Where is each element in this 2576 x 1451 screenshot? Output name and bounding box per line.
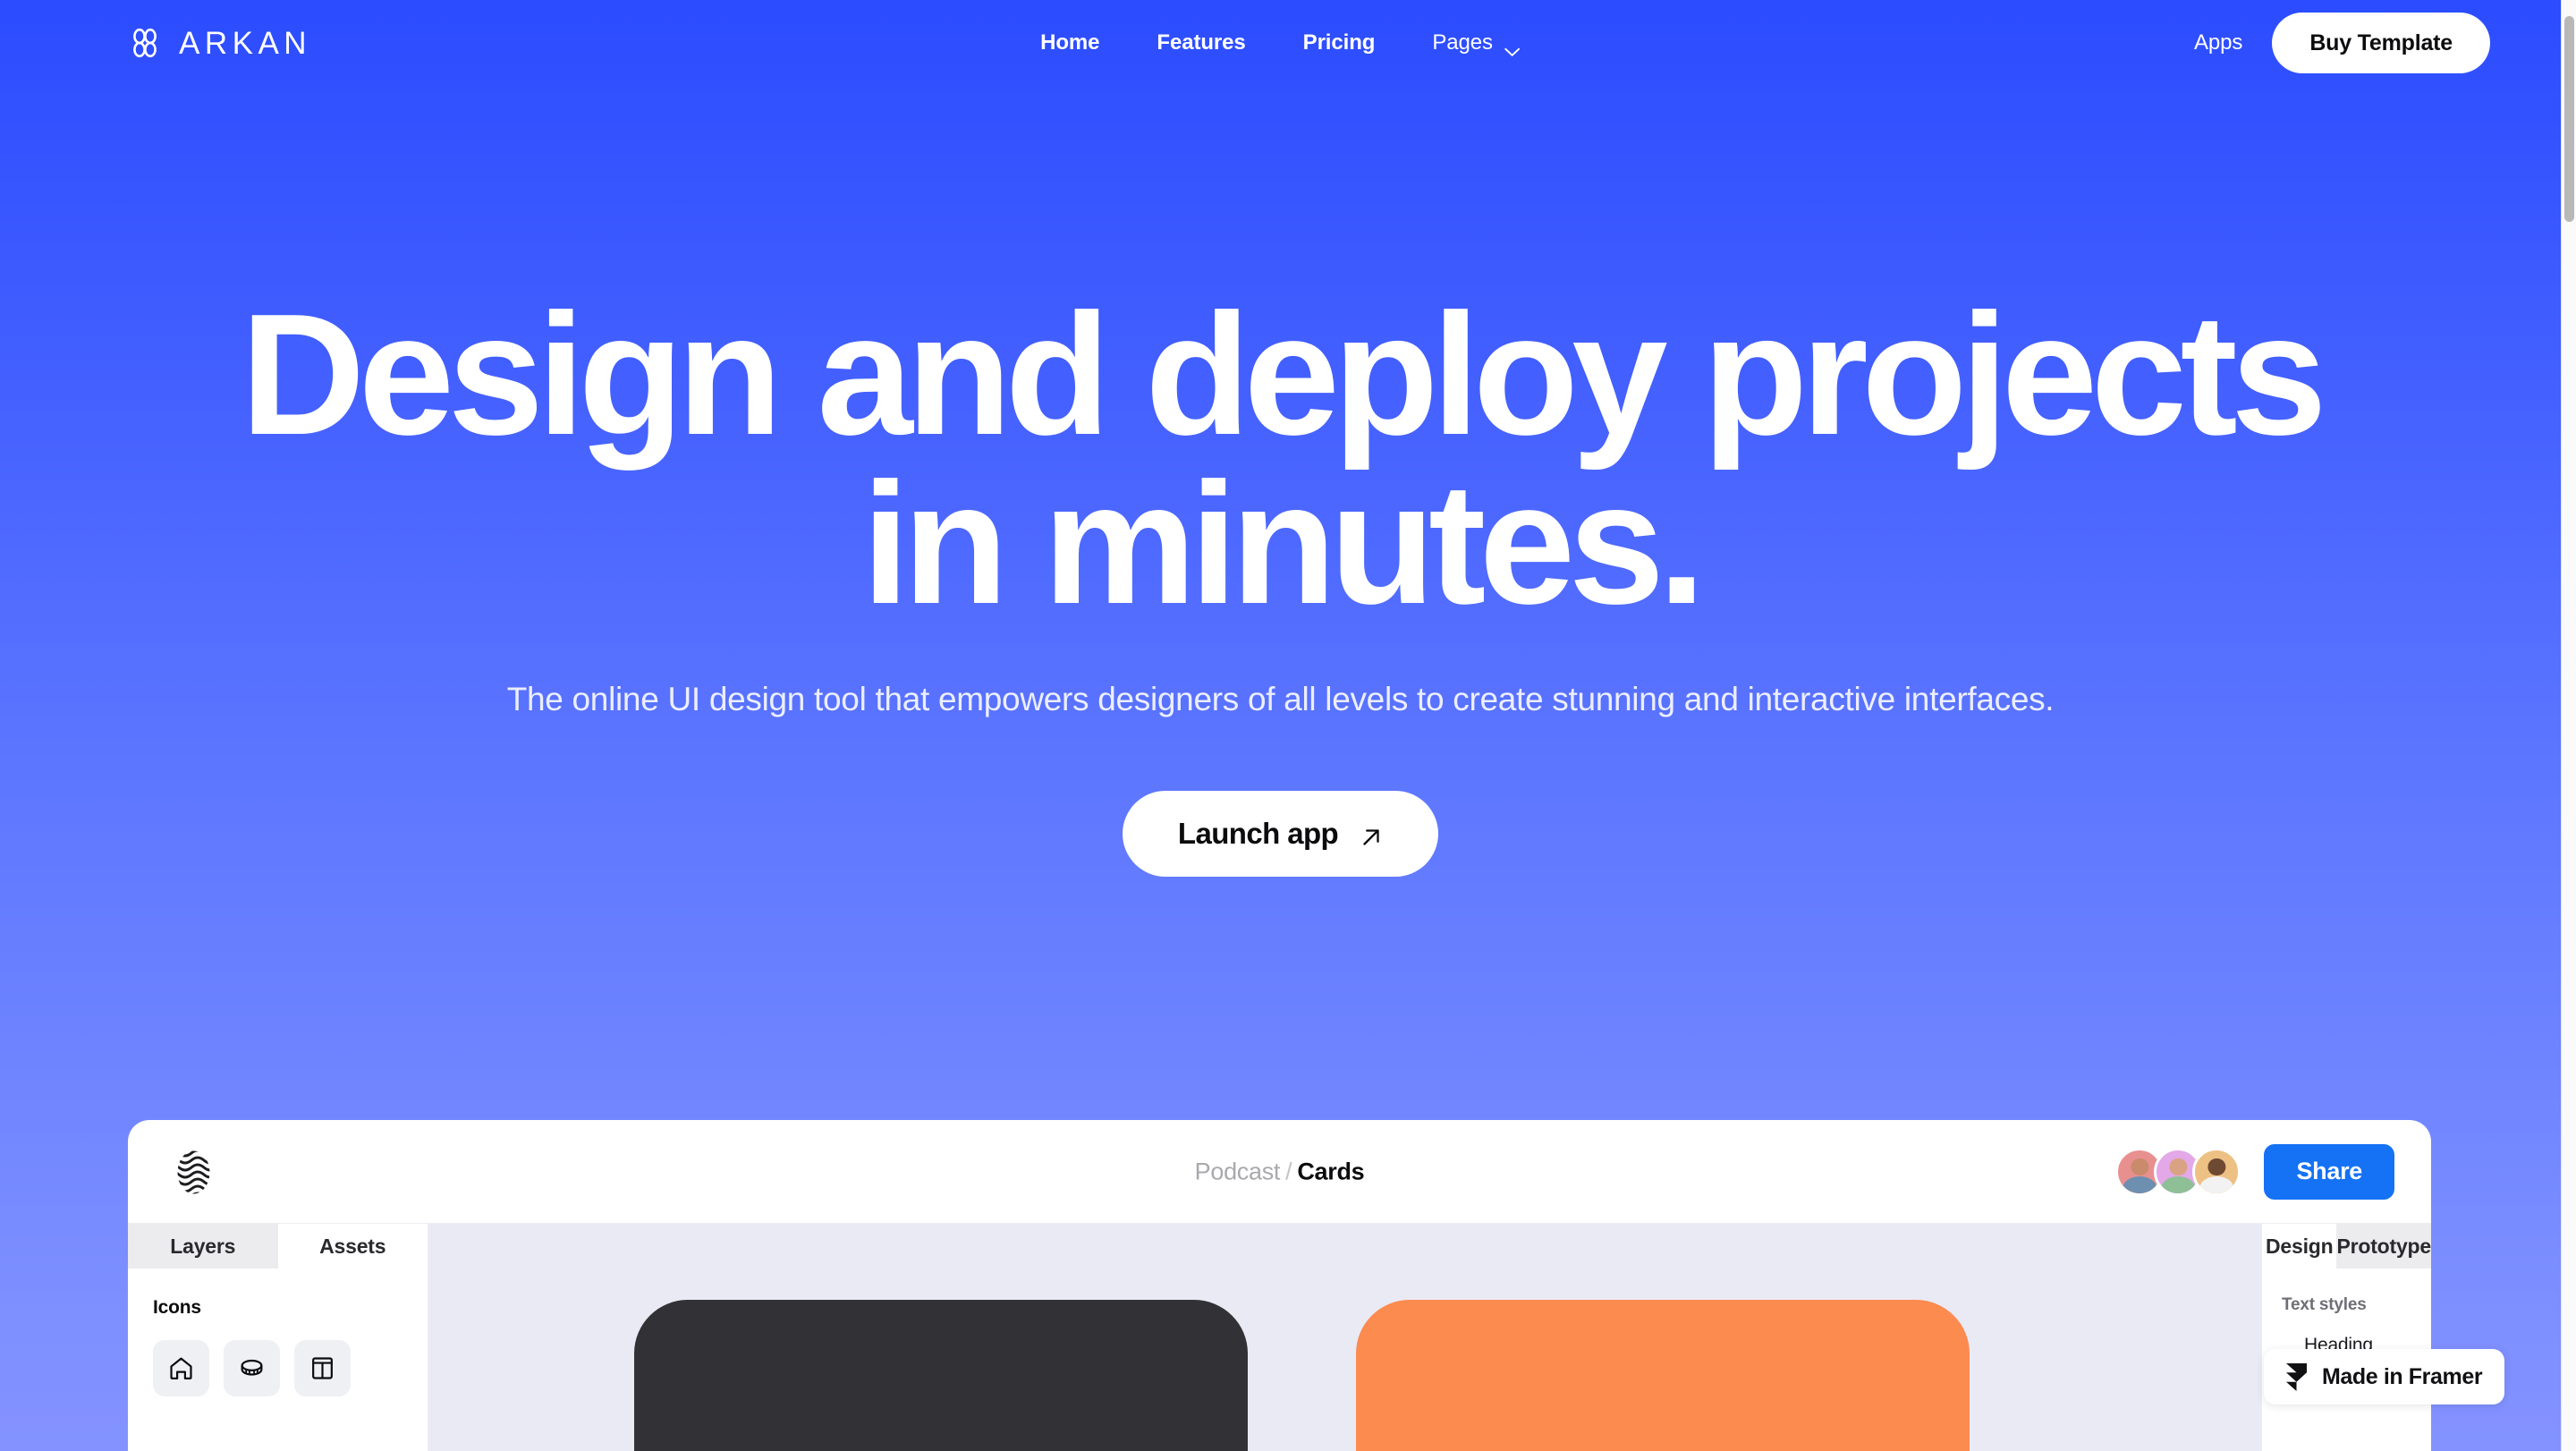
app-mockup-window: Podcast / Cards Share Layers Assets Icon… xyxy=(128,1120,2431,1451)
asset-tile-elevator[interactable] xyxy=(294,1340,351,1396)
hero-subheading: The online UI design tool that empowers … xyxy=(506,681,2055,718)
share-button[interactable]: Share xyxy=(2264,1143,2394,1200)
assets-section: Icons xyxy=(128,1269,428,1396)
canvas-card-orange[interactable] xyxy=(1356,1300,1970,1451)
nav-actions-group: Apps Buy Template xyxy=(2189,13,2490,73)
arrow-up-right-icon xyxy=(1360,822,1383,846)
design-canvas[interactable] xyxy=(428,1224,2261,1451)
nav-link-pages[interactable]: Pages xyxy=(1403,21,1549,64)
breadcrumb-separator: / xyxy=(1285,1158,1292,1184)
page-viewport: ARKAN Home Features Pricing Pages Apps B… xyxy=(0,0,2561,1451)
hero-section: Design and deploy projects in minutes. T… xyxy=(0,86,2561,878)
canvas-card-dark[interactable] xyxy=(634,1300,1248,1451)
made-in-framer-label: Made in Framer xyxy=(2322,1363,2483,1389)
framer-logo-icon xyxy=(2286,1362,2307,1391)
nav-link-features[interactable]: Features xyxy=(1128,21,1274,64)
nav-link-pricing[interactable]: Pricing xyxy=(1275,21,1404,64)
nav-link-apps[interactable]: Apps xyxy=(2189,23,2248,63)
brand-wordmark: ARKAN xyxy=(179,25,312,61)
breadcrumb-current: Cards xyxy=(1297,1158,1365,1184)
icons-section-label: Icons xyxy=(153,1297,201,1318)
made-in-framer-badge[interactable]: Made in Framer xyxy=(2264,1349,2505,1404)
tab-assets[interactable]: Assets xyxy=(277,1224,428,1269)
asset-tile-coin[interactable] xyxy=(224,1340,280,1396)
right-panel: Design Prototype Text styles Heading Ag … xyxy=(2261,1224,2431,1451)
asset-tile-home[interactable] xyxy=(153,1340,209,1396)
left-panel: Layers Assets Icons xyxy=(128,1224,428,1451)
nav-links-group: Home Features Pricing Pages xyxy=(1012,21,1549,64)
buy-template-button[interactable]: Buy Template xyxy=(2272,13,2490,73)
nav-link-pages-label: Pages xyxy=(1432,30,1493,55)
arkan-interlocking-diamonds-icon xyxy=(128,26,162,60)
app-body: Layers Assets Icons Design Prototype Tex… xyxy=(128,1224,2431,1451)
breadcrumb-parent[interactable]: Podcast xyxy=(1195,1158,1281,1184)
right-panel-tabs: Design Prototype xyxy=(2262,1224,2431,1269)
brand-logo-link[interactable]: ARKAN xyxy=(128,26,311,60)
text-styles-label: Text styles xyxy=(2282,1295,2367,1314)
icon-grid xyxy=(153,1340,402,1396)
tab-design[interactable]: Design xyxy=(2262,1224,2337,1269)
tab-prototype[interactable]: Prototype xyxy=(2336,1224,2431,1269)
home-icon xyxy=(170,1357,192,1379)
coin-icon xyxy=(241,1359,263,1376)
collaborator-avatars xyxy=(2115,1147,2241,1196)
app-topbar: Podcast / Cards Share xyxy=(128,1120,2431,1224)
avatar[interactable] xyxy=(2192,1147,2241,1196)
left-panel-tabs: Layers Assets xyxy=(128,1224,428,1269)
main-navigation: ARKAN Home Features Pricing Pages Apps B… xyxy=(0,0,2561,86)
elevator-icon xyxy=(312,1357,333,1379)
breadcrumb: Podcast / Cards xyxy=(1195,1158,1365,1185)
page-scrollbar-track[interactable] xyxy=(2561,0,2576,1451)
launch-app-button[interactable]: Launch app xyxy=(1122,791,1439,878)
tab-layers[interactable]: Layers xyxy=(128,1224,278,1269)
nav-link-home[interactable]: Home xyxy=(1012,21,1128,64)
launch-app-label: Launch app xyxy=(1177,817,1339,851)
hero-heading: Design and deploy projects in minutes. xyxy=(240,277,2327,641)
app-topbar-actions: Share xyxy=(2115,1143,2394,1200)
page-scrollbar-thumb[interactable] xyxy=(2564,16,2574,222)
wavy-oval-logo-icon xyxy=(170,1149,217,1196)
chevron-down-icon xyxy=(1504,38,1521,56)
